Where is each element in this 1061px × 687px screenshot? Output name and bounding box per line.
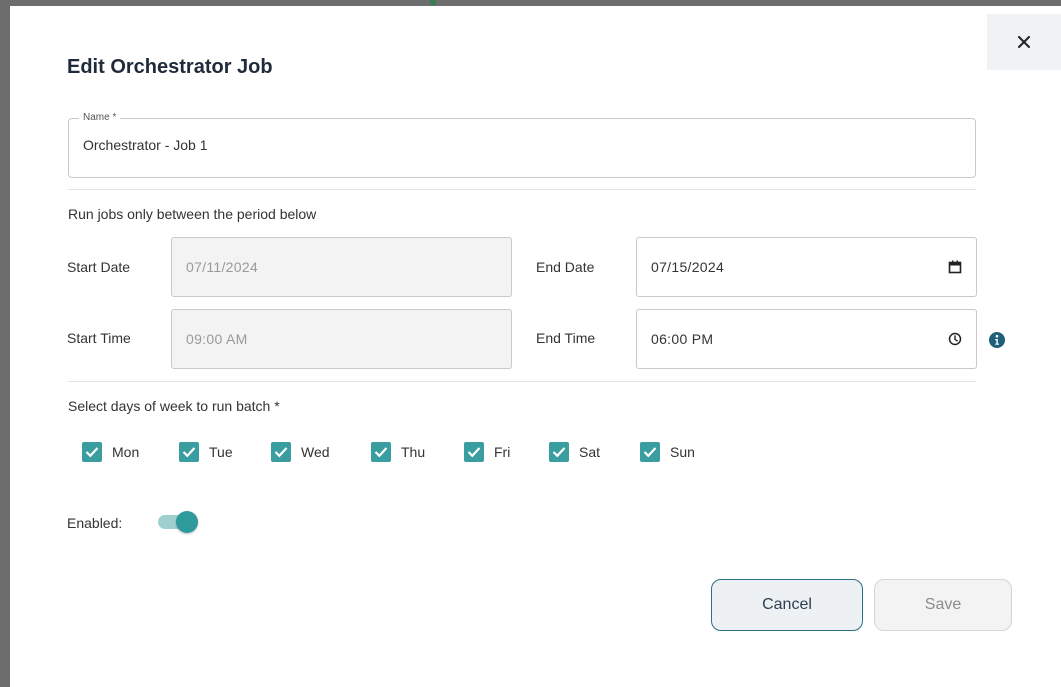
day-checkbox-wed[interactable]: Wed (271, 440, 330, 464)
divider (68, 189, 976, 190)
clock-icon[interactable] (948, 332, 962, 346)
start-time-value: 09:00 AM (186, 331, 248, 347)
day-checkbox-mon[interactable]: Mon (82, 440, 139, 464)
day-label: Sun (670, 444, 695, 460)
name-field-label: Name * (79, 112, 121, 124)
day-checkbox-fri[interactable]: Fri (464, 440, 510, 464)
save-button[interactable]: Save (874, 579, 1012, 631)
day-label: Wed (301, 444, 330, 460)
day-checkbox-thu[interactable]: Thu (371, 440, 425, 464)
start-time-label: Start Time (67, 330, 131, 346)
dialog-title: Edit Orchestrator Job (67, 56, 273, 78)
checkbox-checked[interactable] (82, 442, 102, 462)
end-time-field[interactable]: 06:00 PM (636, 309, 977, 369)
edit-job-dialog: Edit Orchestrator Job Name * Run jobs on… (10, 6, 1061, 687)
check-icon (552, 447, 566, 458)
period-heading: Run jobs only between the period below (68, 206, 317, 222)
enabled-label: Enabled: (67, 515, 123, 531)
cancel-button[interactable]: Cancel (711, 579, 863, 631)
close-icon (1018, 36, 1030, 48)
start-time-field: 09:00 AM (171, 309, 512, 369)
checkbox-checked[interactable] (271, 442, 291, 462)
checkbox-checked[interactable] (640, 442, 660, 462)
checkbox-checked[interactable] (371, 442, 391, 462)
end-date-value: 07/15/2024 (651, 259, 725, 275)
end-time-value: 06:00 PM (651, 331, 714, 347)
name-input[interactable] (83, 137, 943, 153)
check-icon (374, 447, 388, 458)
day-checkbox-tue[interactable]: Tue (179, 440, 233, 464)
day-label: Tue (209, 444, 233, 460)
divider (68, 381, 976, 382)
end-date-label: End Date (536, 259, 595, 275)
check-icon (85, 447, 99, 458)
start-date-label: Start Date (67, 259, 131, 275)
end-date-field[interactable]: 07/15/2024 (636, 237, 977, 297)
check-icon (643, 447, 657, 458)
toggle-thumb (176, 511, 198, 533)
end-time-label: End Time (536, 330, 596, 346)
info-icon[interactable] (988, 331, 1006, 349)
name-field[interactable]: Name * (68, 112, 976, 178)
start-date-field: 07/11/2024 (171, 237, 512, 297)
close-button[interactable] (987, 14, 1061, 70)
day-checkbox-sun[interactable]: Sun (640, 440, 695, 464)
day-label: Sat (579, 444, 601, 460)
day-label: Thu (401, 444, 426, 460)
calendar-icon[interactable] (948, 260, 962, 274)
day-label: Mon (112, 444, 140, 460)
check-icon (182, 447, 196, 458)
checkbox-checked[interactable] (179, 442, 199, 462)
day-checkbox-sat[interactable]: Sat (549, 440, 600, 464)
checkbox-checked[interactable] (549, 442, 569, 462)
check-icon (467, 447, 481, 458)
check-icon (274, 447, 288, 458)
backdrop (430, 0, 436, 5)
checkbox-checked[interactable] (464, 442, 484, 462)
days-heading: Select days of week to run batch * (68, 398, 280, 414)
start-date-value: 07/11/2024 (186, 259, 259, 275)
enabled-toggle[interactable] (156, 509, 200, 535)
day-label: Fri (494, 444, 511, 460)
